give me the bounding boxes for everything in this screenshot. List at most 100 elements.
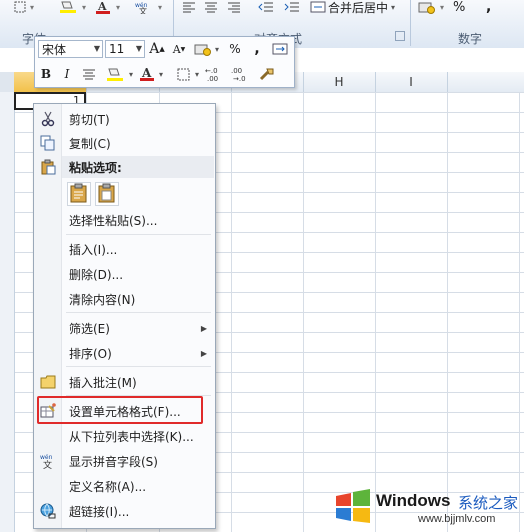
watermark-brand: Windows	[376, 491, 451, 510]
phonetic-dropdown-icon[interactable]: ▾	[158, 0, 162, 14]
grow-font-button[interactable]: A ▲	[149, 40, 165, 58]
svg-text:文: 文	[43, 459, 52, 469]
menu-item-copy[interactable]: 复制(C)	[34, 131, 215, 155]
align-center-icon[interactable]	[81, 65, 97, 83]
accounting-dropdown-icon[interactable]: ▾	[440, 0, 444, 14]
grid-line	[375, 92, 376, 532]
align-center-icon[interactable]	[204, 0, 220, 14]
align-right-icon[interactable]	[227, 0, 243, 14]
submenu-arrow-icon: ▶	[200, 348, 207, 358]
menu-item-clear-contents[interactable]: 清除内容(N)	[34, 287, 215, 311]
chevron-down-icon: ▼	[93, 44, 100, 53]
increase-indent-icon[interactable]	[284, 0, 302, 14]
decrease-indent-icon[interactable]	[258, 0, 276, 14]
menu-item-label: 筛选(E)	[69, 321, 110, 336]
phonetic-guide-icon[interactable]: wén 文	[135, 0, 157, 14]
decrease-decimal-button[interactable]: .00 →.0	[231, 65, 255, 83]
ribbon-separator	[410, 0, 411, 46]
menu-item-label: 从下拉列表中选择(K)...	[69, 429, 194, 444]
menu-item-label: 粘贴选项:	[69, 160, 122, 175]
menu-item-label: 排序(O)	[69, 346, 112, 361]
grid-line	[303, 92, 304, 532]
font-name-value: 宋体	[42, 42, 67, 57]
font-size-combo[interactable]: 11 ▼	[105, 40, 145, 58]
menu-item-label: 显示拼音字段(S)	[69, 454, 158, 469]
menu-item-label: 选择性粘贴(S)...	[69, 213, 158, 228]
bold-button[interactable]: B	[39, 65, 53, 83]
alignment-dialog-launcher-icon[interactable]	[395, 31, 405, 41]
comma-button[interactable]: ,	[486, 0, 491, 15]
menu-item-paste-special[interactable]: 选择性粘贴(S)...	[34, 208, 215, 232]
chevron-down-icon[interactable]: ▾	[157, 65, 165, 83]
menu-item-delete[interactable]: 删除(D)...	[34, 262, 215, 286]
fill-color-icon[interactable]	[105, 65, 125, 83]
row-header-column	[0, 92, 15, 532]
paste-formulas-button[interactable]	[67, 182, 91, 206]
column-header-i[interactable]: I	[375, 72, 448, 92]
accounting-format-icon[interactable]	[418, 0, 438, 14]
comment-icon	[40, 374, 56, 390]
mini-toolbar: 宋体 ▼ 11 ▼ A ▲ A ▼ ▾ % , B I ▾ A ▾ ▾ ←.0.00…	[34, 36, 295, 88]
menu-item-insert[interactable]: 插入(I)...	[34, 237, 215, 261]
fill-color-icon[interactable]	[58, 0, 80, 14]
chevron-down-icon[interactable]: ▾	[193, 65, 201, 83]
svg-text:文: 文	[139, 6, 147, 14]
chevron-down-icon[interactable]: ▾	[213, 40, 221, 58]
format-painter-icon[interactable]	[257, 65, 277, 83]
menu-separator	[66, 234, 211, 235]
paste-values-button[interactable]	[95, 182, 119, 206]
borders-dropdown-icon[interactable]: ▾	[30, 0, 34, 14]
grid-line	[231, 92, 232, 532]
menu-item-pick-from-list[interactable]: 从下拉列表中选择(K)...	[34, 424, 215, 448]
svg-text:←.0: ←.0	[205, 67, 218, 75]
align-left-icon[interactable]	[182, 0, 198, 14]
phonetic-icon: wén 文	[40, 453, 56, 469]
menu-item-filter[interactable]: 筛选(E) ▶	[34, 316, 215, 340]
format-cells-highlight	[37, 396, 203, 424]
menu-item-label: 复制(C)	[69, 136, 111, 151]
column-header-h[interactable]: H	[303, 72, 376, 92]
copy-icon	[40, 135, 56, 151]
watermark-suffix: 系统之家	[458, 494, 519, 512]
percent-button[interactable]: %	[453, 0, 465, 15]
grid-line	[447, 92, 448, 532]
shrink-font-button[interactable]: A ▼	[171, 40, 187, 58]
shrink-font-label: A	[172, 42, 181, 56]
svg-text:.00: .00	[207, 75, 218, 82]
font-color-icon[interactable]: A	[139, 65, 155, 83]
menu-item-sort[interactable]: 排序(O) ▶	[34, 341, 215, 365]
italic-button[interactable]: I	[60, 65, 74, 83]
percent-button[interactable]: %	[227, 40, 243, 58]
font-color-dropdown-icon[interactable]: ▾	[116, 0, 120, 14]
chevron-down-icon[interactable]: ▾	[127, 65, 135, 83]
select-all-corner[interactable]	[0, 72, 15, 92]
menu-item-cut[interactable]: 剪切(T)	[34, 107, 215, 131]
font-name-combo[interactable]: 宋体 ▼	[38, 40, 103, 58]
accounting-format-icon[interactable]	[193, 40, 213, 58]
paste-icon	[40, 159, 56, 175]
menu-item-label: 插入批注(M)	[69, 375, 137, 390]
svg-text:wén: wén	[40, 454, 53, 461]
menu-item-label: 定义名称(A)...	[69, 479, 147, 494]
menu-separator	[66, 366, 211, 367]
menu-item-hyperlink[interactable]: 超链接(I)...	[34, 499, 215, 523]
shrink-font-icon: ▼	[180, 45, 186, 53]
font-color-icon[interactable]: A	[95, 0, 113, 14]
menu-item-label: 剪切(T)	[69, 112, 110, 127]
menu-item-define-name[interactable]: 定义名称(A)...	[34, 474, 215, 498]
menu-item-insert-comment[interactable]: 插入批注(M)	[34, 370, 215, 394]
chevron-down-icon: ▼	[135, 44, 142, 53]
menu-item-label: 超链接(I)...	[69, 504, 130, 519]
comma-button[interactable]: ,	[251, 40, 263, 58]
borders-icon[interactable]	[14, 0, 28, 14]
borders-icon[interactable]	[175, 65, 191, 83]
increase-decimal-button[interactable]: ←.0.00	[205, 65, 229, 83]
merge-dropdown-icon: ▾	[391, 2, 396, 12]
menu-item-paste-options: 粘贴选项:	[34, 155, 215, 179]
svg-text:→.0: →.0	[233, 75, 246, 82]
merge-center-button[interactable]: 合并后居中 ▾	[310, 0, 410, 15]
fill-color-dropdown-icon[interactable]: ▾	[82, 0, 86, 14]
menu-item-show-phonetic[interactable]: wén 文 显示拼音字段(S)	[34, 449, 215, 473]
format-painter-small-icon[interactable]	[271, 40, 289, 58]
watermark: Windows 系统之家 www.bjjmlv.com	[330, 480, 524, 532]
